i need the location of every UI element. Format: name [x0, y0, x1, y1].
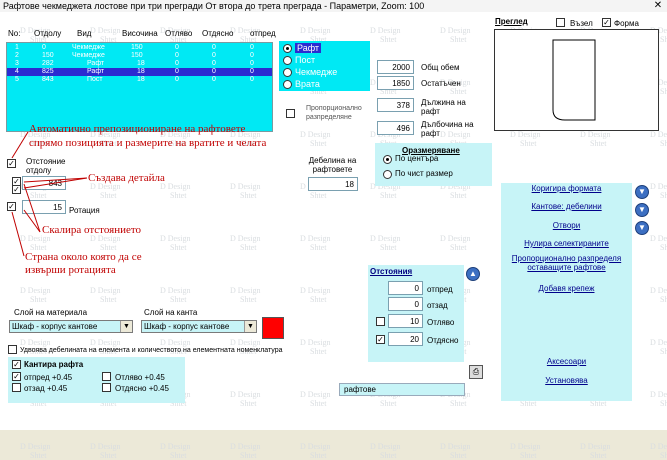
watermark-text: D Design — [650, 442, 667, 451]
watermark-text: Shtet — [310, 451, 327, 460]
watermark-text: D Design — [90, 442, 121, 451]
watermark-text: D Design — [510, 442, 541, 451]
main-panel: D Design Shtet D Design Shtet D Design Shtet D… — [0, 12, 667, 460]
watermark-text: Shtet — [380, 451, 397, 460]
watermark-text: Shtet — [100, 451, 117, 460]
watermark-text: D Design — [20, 442, 51, 451]
watermark-text: Shtet — [240, 451, 257, 460]
close-button[interactable]: ✕ — [651, 0, 665, 11]
watermark-text: D Design — [440, 442, 471, 451]
watermark-text: Shtet — [520, 451, 537, 460]
watermark-text: D Design — [160, 442, 191, 451]
watermark-text: Shtet — [170, 451, 187, 460]
watermark-text: Shtet — [450, 451, 467, 460]
window-title: Рафтове чекмеджета лостове при три прегр… — [0, 0, 667, 12]
watermark-text: D Design — [300, 442, 331, 451]
watermark-text: Shtet — [590, 451, 607, 460]
watermark-text: D Design — [580, 442, 611, 451]
watermark-text: D Design — [370, 442, 401, 451]
watermark-text: Shtet — [30, 451, 47, 460]
watermark-text: Shtet — [660, 451, 667, 460]
annotation-arrows — [11, 131, 88, 257]
watermark-text: D Design — [230, 442, 261, 451]
